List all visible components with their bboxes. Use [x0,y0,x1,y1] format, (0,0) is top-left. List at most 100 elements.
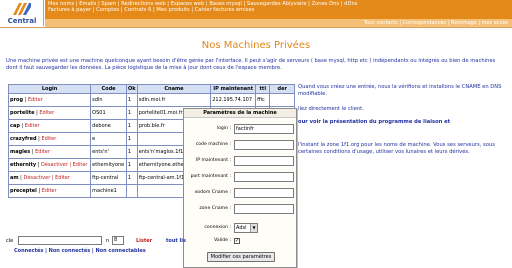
header-divider [0,27,512,28]
table-row: prog | Editer sdln 1 sdln.moi.fr 212.195.74.… [7,93,295,107]
cell-ok: 1 [125,158,138,172]
cell-ok: 1 [125,106,138,120]
cell-ok: 1 [125,132,138,146]
param-label: code machine : [195,142,231,147]
cell-code: OS01 [90,106,127,120]
edit-link[interactable]: Editer [25,123,40,129]
info-text-4: l'instant la zone 1f1.org pour les noms … [298,142,495,155]
table-header-row: Login Code Ok Cname IP maintenant ttl de… [7,84,295,94]
n-label: n [106,238,110,244]
chevron-down-icon: ▼ [250,224,257,232]
param-label: IP maintenant : [195,158,231,163]
cell-code: sdln [90,93,127,107]
column-header-ip: IP maintenant [210,84,257,94]
page-title: Nos Machines Privées [201,40,311,51]
intro-paragraph: Une machine privée est une machine quelc… [6,58,496,71]
column-header-code: Code [90,84,127,94]
cell-ok: 1 [125,93,138,107]
cell-login: portelite | Editer [7,106,92,120]
param-row: zone Cname : [186,203,296,215]
top-nav-line-2[interactable]: Factures à payer | Comptes | Contrats 6 … [48,7,509,13]
machine-login: crazyfred [10,136,37,142]
edit-link[interactable]: Désactiver | Editer [41,162,87,168]
info-text-3[interactable]: our voir la présentation du programme de… [298,119,510,126]
param-row: IP maintenant : [186,155,296,167]
edit-link[interactable]: Editer [42,188,57,194]
connexion-row: connexion : Adsl ▼ [186,222,296,234]
logo-text: Central [7,17,37,25]
param-input[interactable] [234,140,294,150]
secondary-nav-links[interactable]: Tous contacts | Correspondances | Nommag… [364,20,508,26]
info-text-1: Quand vous créez une entrée, nous la vér… [298,84,502,97]
cell-login: magles | Editer [7,145,92,159]
machine-login: prog [10,97,24,103]
cell-login: crazyfred | Editer [7,132,92,146]
cell-der [269,93,295,107]
edit-link[interactable]: Editer [41,136,56,142]
connection-filter-links[interactable]: Connectés | Non connectés | Non connecta… [14,248,146,254]
n-input[interactable]: 8 [112,236,124,245]
connexion-select[interactable]: Adsl ▼ [234,223,258,233]
cle-input[interactable] [18,236,102,245]
column-header-login: Login [7,84,92,94]
list-controls: cle n 8 Lister tout lis Connectés | Non … [6,236,206,266]
machine-login: am [10,175,19,181]
cell-code: ftp-central [90,171,127,185]
param-input[interactable] [234,204,294,214]
cell-login: prog | Editer [7,93,92,107]
top-navigation: Mes noms | Emails | Spam | Redirections … [45,0,512,19]
param-row: xodom Cname : [186,187,296,199]
cell-ok: 1 [125,171,138,185]
param-label: login : [216,126,231,131]
edit-link[interactable]: Editer [28,97,43,103]
machine-login: ethernity [10,162,37,168]
cell-login: am | Désactiver | Editer [7,171,92,185]
connexion-label: connexion : [204,225,231,230]
tout-lister-link[interactable]: tout lis [166,238,186,244]
cle-label: cle [6,238,14,244]
param-label: port maintenant : [190,174,231,179]
edit-link[interactable]: Editer [39,110,54,116]
cell-ok: 1 [125,119,138,133]
cell-cname: sdln.moi.fr [136,93,212,107]
param-label: zone Cname : [199,206,231,211]
cell-login: ethernity | Désactiver | Editer [7,158,92,172]
param-label: xodom Cname : [194,190,231,195]
logo-chevrons-icon [13,3,31,15]
info-text-2: llez directement le client. [298,106,364,112]
param-row: port maintenant : [186,171,296,183]
modify-params-button[interactable]: Modifier ces paramètres [207,252,275,262]
cell-code: ethernityone [90,158,127,172]
cell-ip: 212.195.74.107 [210,93,257,107]
valide-checkbox[interactable]: ✓ [234,238,240,244]
secondary-navigation: Tous contacts | Correspondances | Nommag… [45,19,512,27]
cell-code: e [90,132,127,146]
dialog-title: Paramètres de la machine [184,109,296,118]
lister-link[interactable]: Lister [136,238,152,244]
cell-login: preceptel | Editer [7,184,92,198]
machine-login: portelite [10,110,35,116]
param-input[interactable] [234,156,294,166]
column-header-ok: Ok [125,84,138,94]
param-input[interactable] [234,124,294,134]
param-input[interactable] [234,188,294,198]
logo[interactable]: Central [0,0,44,26]
connexion-value: Adsl [236,225,247,231]
edit-link[interactable]: Editer [35,149,50,155]
cell-code: ents'n' [90,145,127,159]
machine-login: magles [10,149,31,155]
cell-login: cap | Editer [7,119,92,133]
machine-login: cap [10,123,20,129]
cell-ok [125,184,138,198]
cell-ttl: ffic [255,93,271,107]
edit-link[interactable]: Désactiver | Editer [23,175,69,181]
machine-login: preceptel [10,188,37,194]
cell-code: machine1 [90,184,127,198]
param-row: login : [186,123,296,135]
column-header-cname: Cname [136,84,212,94]
column-header-ttl: ttl [255,84,271,94]
cell-code: debone [90,119,127,133]
column-header-der: der [269,84,295,94]
cell-ok: 1 [125,145,138,159]
param-input[interactable] [234,172,294,182]
